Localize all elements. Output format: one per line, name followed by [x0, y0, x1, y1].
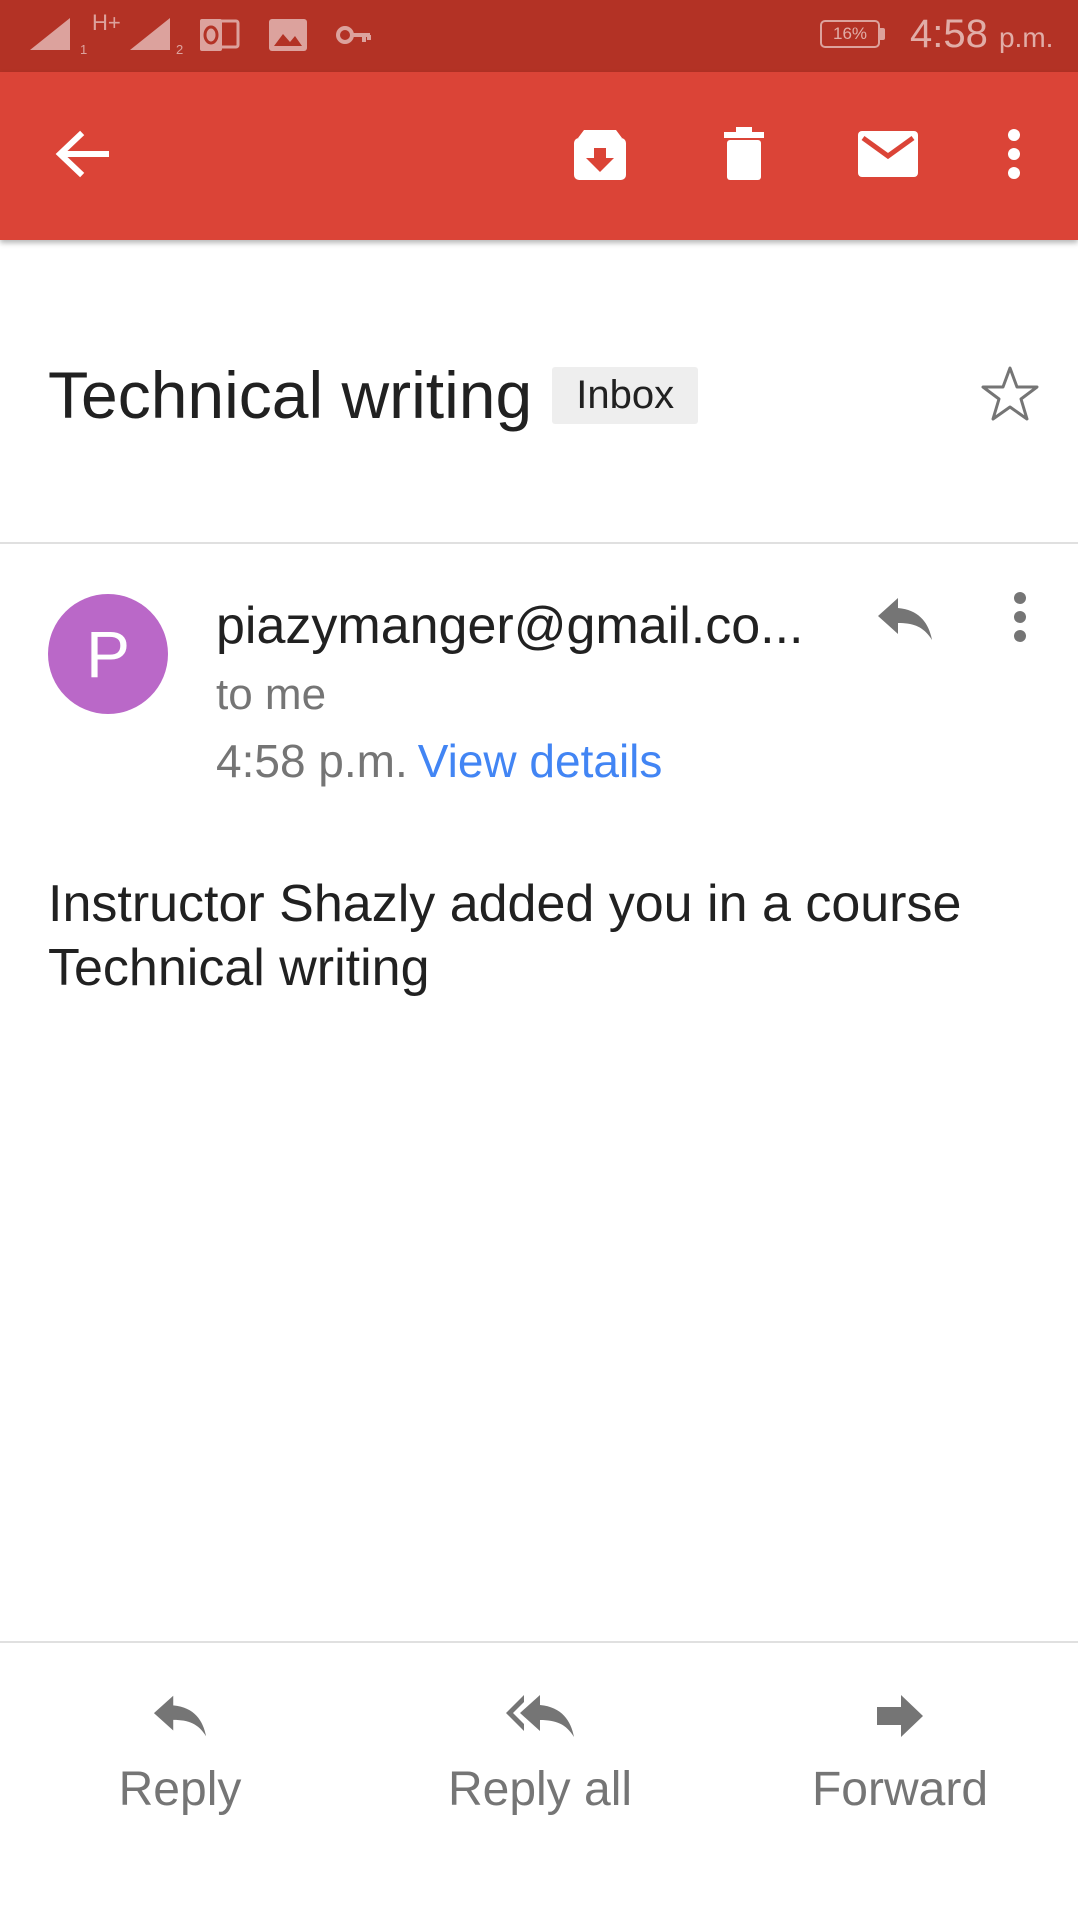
- outlook-icon: [198, 17, 240, 58]
- reply-all-label: Reply all: [447, 1763, 633, 1816]
- status-clock: 4:58 p.m.: [910, 12, 1053, 57]
- network-type: H+: [92, 10, 121, 35]
- battery-tip: [880, 28, 885, 40]
- forward-label: Forward: [811, 1763, 989, 1816]
- key-icon: [336, 24, 372, 51]
- reply-icon: [152, 1688, 208, 1744]
- star-button[interactable]: [970, 356, 1050, 436]
- image-icon: [268, 18, 308, 57]
- reply-all-icon: [504, 1688, 576, 1744]
- star-icon: [980, 365, 1040, 428]
- archive-button[interactable]: [550, 106, 650, 206]
- reply-all-button[interactable]: Reply all: [390, 1688, 690, 1838]
- mail-icon: [857, 130, 919, 183]
- email-body: Instructor Shazly added you in a course …: [48, 872, 1038, 1000]
- reply-icon: [876, 596, 934, 647]
- signal-icon: [28, 16, 72, 57]
- status-bar: H+ 1 2 16% 4:58 p.m.: [0, 0, 1078, 72]
- divider: [0, 542, 1078, 544]
- divider: [0, 1641, 1078, 1643]
- clock-time: 4:58: [910, 12, 988, 56]
- mark-unread-button[interactable]: [838, 106, 938, 206]
- archive-icon: [572, 126, 628, 187]
- more-vert-icon: [1012, 591, 1028, 648]
- header-more-button[interactable]: [990, 584, 1050, 654]
- body-line: Technical writing: [48, 939, 430, 997]
- header-reply-button[interactable]: [860, 586, 950, 656]
- forward-icon: [875, 1688, 925, 1744]
- avatar-initial: P: [85, 617, 131, 691]
- email-subject: Technical writing: [48, 358, 533, 432]
- subject-row: Technical writing Inbox: [48, 350, 699, 440]
- battery-icon: 16%: [820, 20, 880, 48]
- forward-button[interactable]: Forward: [750, 1688, 1050, 1838]
- back-button[interactable]: [32, 106, 132, 206]
- inbox-label[interactable]: Inbox: [552, 366, 699, 424]
- battery-percent: 16%: [832, 24, 868, 43]
- sim1-index: 1: [80, 42, 88, 57]
- delete-icon: [722, 126, 766, 187]
- email-meta: 4:58 p.m. View details: [216, 734, 662, 788]
- body-line: Instructor Shazly added you in a course: [48, 875, 962, 933]
- more-options-button[interactable]: [964, 106, 1064, 206]
- more-vert-icon: [1006, 128, 1022, 185]
- clock-ampm: p.m.: [998, 22, 1054, 53]
- delete-button[interactable]: [694, 106, 794, 206]
- signal-icon: [128, 16, 172, 57]
- sim2-index: 2: [176, 42, 184, 57]
- email-time: 4:58 p.m.: [216, 735, 408, 787]
- back-arrow-icon: [54, 129, 110, 184]
- reply-button[interactable]: Reply: [30, 1688, 330, 1838]
- app-toolbar: [0, 72, 1078, 240]
- recipient-text: to me: [216, 670, 327, 719]
- view-details-link[interactable]: View details: [418, 735, 663, 787]
- reply-label: Reply: [118, 1763, 242, 1816]
- sender-avatar[interactable]: P: [48, 594, 168, 714]
- sender-address[interactable]: piazymanger@gmail.co...: [216, 596, 836, 656]
